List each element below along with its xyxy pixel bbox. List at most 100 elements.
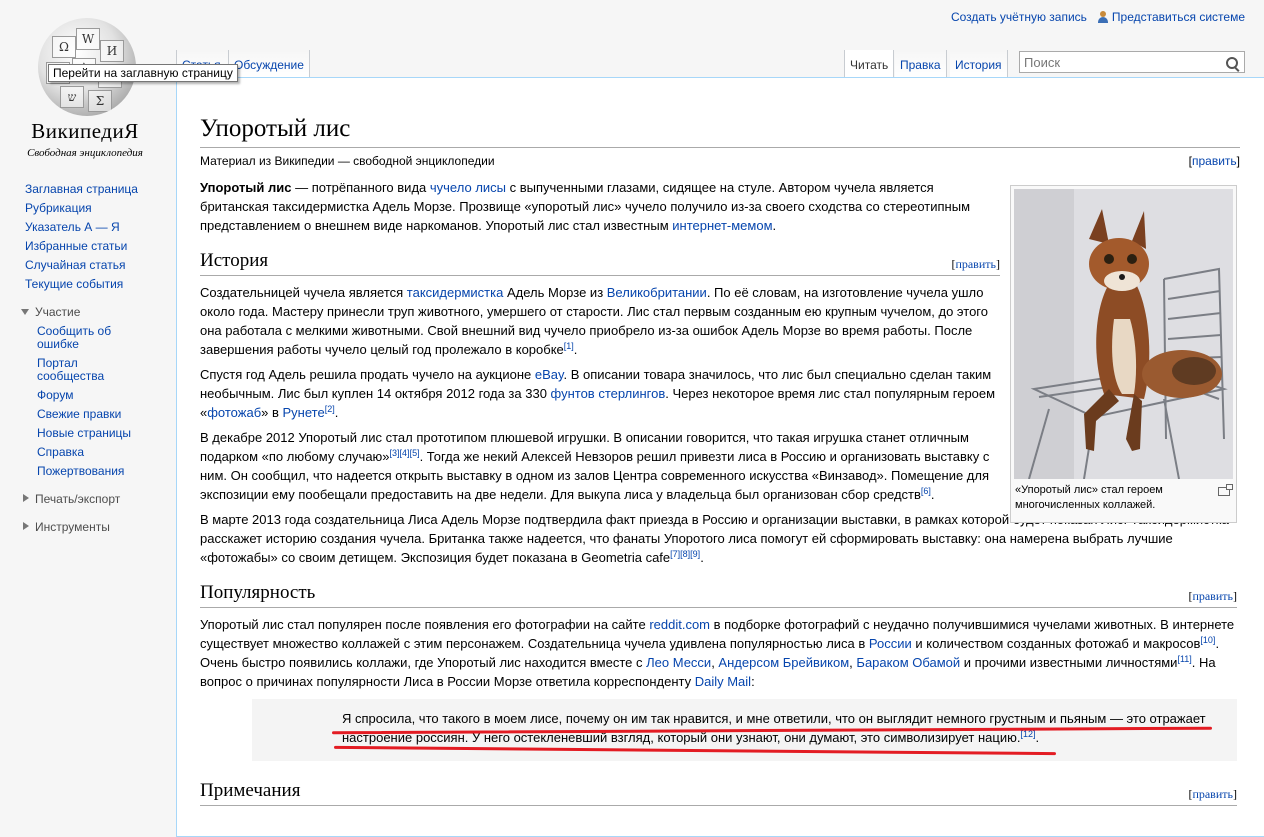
sidebar-item-random[interactable]: Случайная статья (0, 256, 170, 275)
sidebar-item-index[interactable]: Указатель А — Я (0, 218, 170, 237)
ref-link[interactable]: [4] (400, 448, 410, 458)
tab-history-label: История (955, 58, 1002, 72)
section-heading-history: История [править] (200, 249, 1000, 276)
search-box (1019, 51, 1245, 73)
content-area: Упоротый лис Материал из Википедии — сво… (176, 77, 1264, 837)
ref-link[interactable]: [9] (690, 549, 700, 559)
link-obama[interactable]: Бараком Обамой (856, 655, 960, 670)
user-icon (1097, 11, 1109, 23)
chevron-right-icon (23, 494, 29, 502)
search-icon[interactable] (1226, 57, 1238, 69)
link-chuchelo[interactable]: чучело (430, 180, 472, 195)
sidebar: Заглавная страница Рубрикация Указатель … (0, 180, 170, 537)
print-title: Печать/экспорт (35, 492, 121, 506)
participation-toggle[interactable]: Участие (0, 302, 170, 322)
sidebar-item-recent-changes[interactable]: Свежие правки (0, 405, 147, 424)
edit-section-link[interactable]: [править] (1188, 782, 1237, 806)
intro-paragraph: Упоротый лис — потрёпанного вида чучело … (200, 180, 971, 233)
logo-wordmark: ВикипедиЯ (31, 119, 139, 143)
sidebar-section-tools: Инструменты (0, 517, 170, 537)
edit-section-link[interactable]: [править] (1188, 584, 1237, 608)
link-pound-sterling[interactable]: фунтов стерлингов (551, 386, 666, 401)
edit-section-link[interactable]: [править] (1189, 154, 1240, 168)
link-lisy[interactable]: лисы (475, 180, 506, 195)
sidebar-section-print: Печать/экспорт (0, 489, 170, 509)
tab-read-label: Читать (850, 58, 889, 72)
site-logo[interactable]: Ω W И A 文 Ж ש Σ ВикипедиЯ Свободная энци… (8, 8, 158, 159)
page-title: Упоротый лис (200, 114, 1240, 148)
link-breivik[interactable]: Андерсом Брейвиком (718, 655, 849, 670)
ref-link[interactable]: [6] (921, 486, 931, 496)
link-internet-meme[interactable]: интернет-мемом (672, 218, 772, 233)
subtitle-text: Материал из Википедии — свободной энцикл… (200, 154, 495, 168)
sidebar-item-forum[interactable]: Форум (0, 386, 147, 405)
puzzle-piece: ש (60, 86, 84, 108)
sidebar-item-report-error[interactable]: Сообщить об ошибке (0, 322, 147, 354)
thumbnail-caption: «Упоротый лис» стал героем многочисленны… (1015, 484, 1163, 511)
tab-read[interactable]: Читать (844, 50, 895, 77)
tools-title: Инструменты (35, 520, 110, 534)
link-russia[interactable]: России (869, 636, 912, 651)
ref-link[interactable]: [8] (680, 549, 690, 559)
link-daily-mail[interactable]: Daily Mail (695, 674, 751, 689)
sidebar-section-participation: Участие Сообщить об ошибке Портал сообще… (0, 302, 170, 481)
tab-discussion-label: Обсуждение (234, 58, 304, 72)
tab-discussion[interactable]: Обсуждение (229, 50, 310, 77)
edit-section-link[interactable]: [править] (951, 252, 1000, 276)
puzzle-piece: Σ (88, 90, 112, 112)
popularity-paragraph: Упоротый лис стал популярен после появле… (200, 617, 1235, 689)
link-runet[interactable]: Рунете (283, 405, 325, 420)
history-paragraph-2: Спустя год Адель решила продать чучело н… (200, 367, 996, 420)
ref-link[interactable]: [1] (564, 341, 574, 351)
search-input[interactable] (1020, 52, 1218, 72)
link-reddit[interactable]: reddit.com (649, 617, 710, 632)
login-link[interactable]: Представиться системе (1097, 10, 1245, 24)
sidebar-item-donate[interactable]: Пожертвования (0, 462, 147, 481)
sidebar-item-help[interactable]: Справка (0, 443, 147, 462)
sidebar-item-community-portal[interactable]: Портал сообщества (0, 354, 147, 386)
fox-image[interactable] (1014, 189, 1233, 479)
ref-link[interactable]: [10] (1200, 635, 1215, 645)
puzzle-piece: И (100, 40, 124, 62)
logo-tagline: Свободная энциклопедия (27, 147, 143, 159)
chevron-down-icon (21, 309, 29, 315)
ref-link[interactable]: [5] (410, 448, 420, 458)
link-great-britain[interactable]: Великобритании (607, 285, 707, 300)
ref-link[interactable]: [7] (670, 549, 680, 559)
section-heading-popularity: Популярность [править] (200, 581, 1237, 608)
ref-link[interactable]: [3] (390, 448, 400, 458)
history-paragraph-3: В декабре 2012 Упоротый лис стал прототи… (200, 430, 990, 502)
section-heading-notes: Примечания [править] (200, 779, 1237, 806)
sidebar-item-current-events[interactable]: Текущие события (0, 275, 170, 294)
sidebar-item-new-pages[interactable]: Новые страницы (0, 424, 147, 443)
login-label: Представиться системе (1111, 10, 1245, 24)
ref-link[interactable]: [11] (1177, 654, 1191, 664)
create-account-link[interactable]: Создать учётную запись (951, 10, 1087, 24)
thumbnail-frame: «Упоротый лис» стал героем многочисленны… (1010, 185, 1237, 523)
quote-block: Я спросила, что такого в моем лисе, поче… (252, 699, 1237, 761)
sidebar-item-main-page[interactable]: Заглавная страница (0, 180, 170, 199)
red-underline (334, 745, 1056, 756)
link-fotozhaba[interactable]: фотожаб (207, 405, 261, 420)
tab-edit-label: Правка (900, 58, 941, 72)
enlarge-icon[interactable] (1218, 484, 1233, 496)
tab-history[interactable]: История (950, 50, 1008, 77)
puzzle-piece: Ω (52, 36, 76, 58)
link-messi[interactable]: Лео Месси (646, 655, 711, 670)
article-body-left: Упоротый лис — потрёпанного вида чучело … (200, 178, 1000, 422)
link-taxidermist[interactable]: таксидермистка (407, 285, 504, 300)
fox-illustration (1014, 189, 1233, 479)
tools-toggle[interactable]: Инструменты (0, 517, 170, 537)
puzzle-piece: W (76, 28, 100, 50)
tab-edit[interactable]: Правка (895, 50, 947, 77)
personal-tools: Создать учётную запись Представиться сис… (951, 10, 1245, 24)
history-paragraph-1: Создательницей чучела является таксидерм… (200, 285, 988, 357)
participation-title: Участие (35, 305, 81, 319)
link-ebay[interactable]: eBay (535, 367, 564, 382)
logo-tooltip: Перейти на заглавную страницу (48, 64, 238, 82)
sidebar-item-categories[interactable]: Рубрикация (0, 199, 170, 218)
sidebar-item-featured[interactable]: Избранные статьи (0, 237, 170, 256)
ref-link[interactable]: [2] (325, 404, 335, 414)
print-toggle[interactable]: Печать/экспорт (0, 489, 170, 509)
site-subtitle: Материал из Википедии — свободной энцикл… (200, 154, 1240, 174)
